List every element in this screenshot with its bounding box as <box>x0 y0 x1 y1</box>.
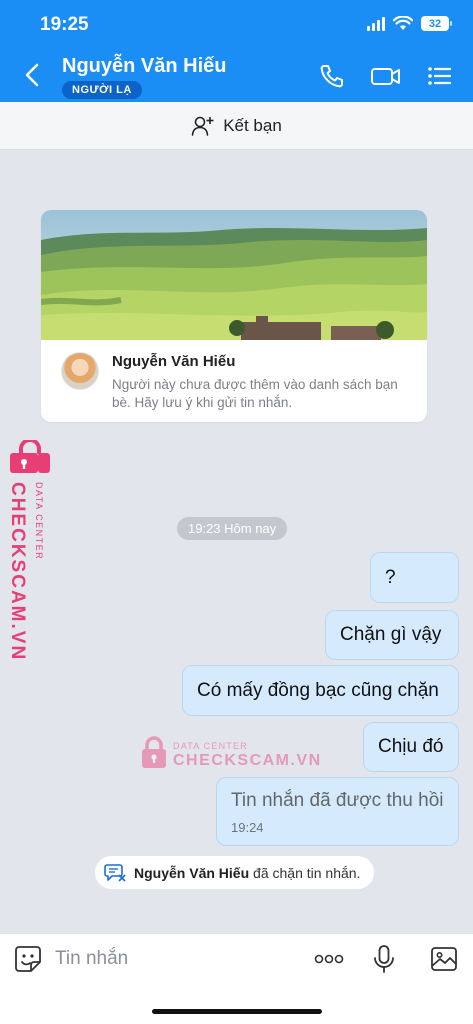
profile-name: Nguyễn Văn Hiếu <box>112 353 236 370</box>
lock-icon <box>10 440 50 473</box>
add-friend-button[interactable]: Kết bạn <box>0 102 473 150</box>
status-time: 19:25 <box>40 14 89 35</box>
profile-card-body: Nguyễn Văn Hiếu Người này chưa được thêm… <box>41 340 427 422</box>
watermark-vertical: CHECKSCAM.VN DATA CENTER <box>4 440 54 661</box>
watermark-tagline: DATA CENTER <box>34 482 44 561</box>
back-arrow-icon[interactable] <box>20 62 46 88</box>
lock-icon <box>142 736 166 768</box>
stranger-badge: NGƯỜI LẠ <box>62 81 142 99</box>
message-text: Chặn gì vậy <box>340 624 442 645</box>
message-text: ? <box>385 566 396 588</box>
chat-header: 19:25 32 Nguyễn Văn Hiếu NGƯỜI LẠ <box>0 0 473 102</box>
block-notice-message: đã chặn tin nhắn. <box>253 864 361 881</box>
phone-call-icon[interactable] <box>318 62 346 90</box>
message-bubble[interactable]: Chịu đó <box>363 722 459 772</box>
menu-list-icon[interactable] <box>425 62 453 90</box>
video-call-icon[interactable] <box>370 62 402 90</box>
blocked-chat-icon <box>104 863 126 882</box>
watermark-center: DATA CENTER CHECKSCAM.VN <box>140 735 320 775</box>
time-divider: 19:23 Hôm nay <box>177 517 288 540</box>
message-text: Tin nhắn đã được thu hồi <box>231 790 444 811</box>
wifi-icon <box>393 16 413 30</box>
block-notice: Nguyễn Văn Hiếu đã chặn tin nhắn. <box>95 856 375 889</box>
block-notice-text: Nguyễn Văn Hiếu đã chặn tin nhắn. <box>134 865 360 881</box>
message-timestamp: 19:24 <box>231 820 264 835</box>
battery-indicator: 32 <box>421 16 452 31</box>
message-bubble[interactable]: Có mấy đồng bạc cũng chặn <box>182 665 459 716</box>
profile-description: Người này chưa được thêm vào danh sách b… <box>112 377 398 410</box>
message-text: Có mấy đồng bạc cũng chặn <box>197 679 439 701</box>
contact-name[interactable]: Nguyễn Văn Hiếu <box>62 55 226 78</box>
profile-card[interactable]: Nguyễn Văn Hiếu Người này chưa được thêm… <box>41 210 427 422</box>
microphone-icon[interactable] <box>369 944 399 974</box>
watermark-brand: CHECKSCAM.VN <box>173 752 322 769</box>
cellular-signal-icon <box>367 16 385 31</box>
message-input[interactable]: Tin nhắn <box>55 948 128 970</box>
home-indicator <box>152 1009 322 1014</box>
image-picker-icon[interactable] <box>429 944 459 974</box>
message-composer: Tin nhắn <box>0 933 473 1024</box>
status-icons: 32 <box>367 16 452 31</box>
sticker-emoji-icon[interactable] <box>13 944 43 974</box>
add-friend-label: Kết bạn <box>223 115 282 135</box>
more-options-icon[interactable] <box>313 944 345 974</box>
watermark-tagline: DATA CENTER <box>173 741 248 751</box>
message-text: Chịu đó <box>378 736 444 757</box>
cover-photo <box>41 210 427 340</box>
avatar[interactable] <box>61 352 99 390</box>
recalled-message-bubble[interactable]: Tin nhắn đã được thu hồi 19:24 <box>216 777 459 846</box>
add-friend-icon <box>191 116 214 136</box>
message-bubble[interactable]: Chặn gì vậy <box>325 610 459 660</box>
message-bubble[interactable]: ? <box>370 552 459 603</box>
blocker-name: Nguyễn Văn Hiếu <box>134 864 250 881</box>
watermark-brand: CHECKSCAM.VN <box>7 482 28 662</box>
